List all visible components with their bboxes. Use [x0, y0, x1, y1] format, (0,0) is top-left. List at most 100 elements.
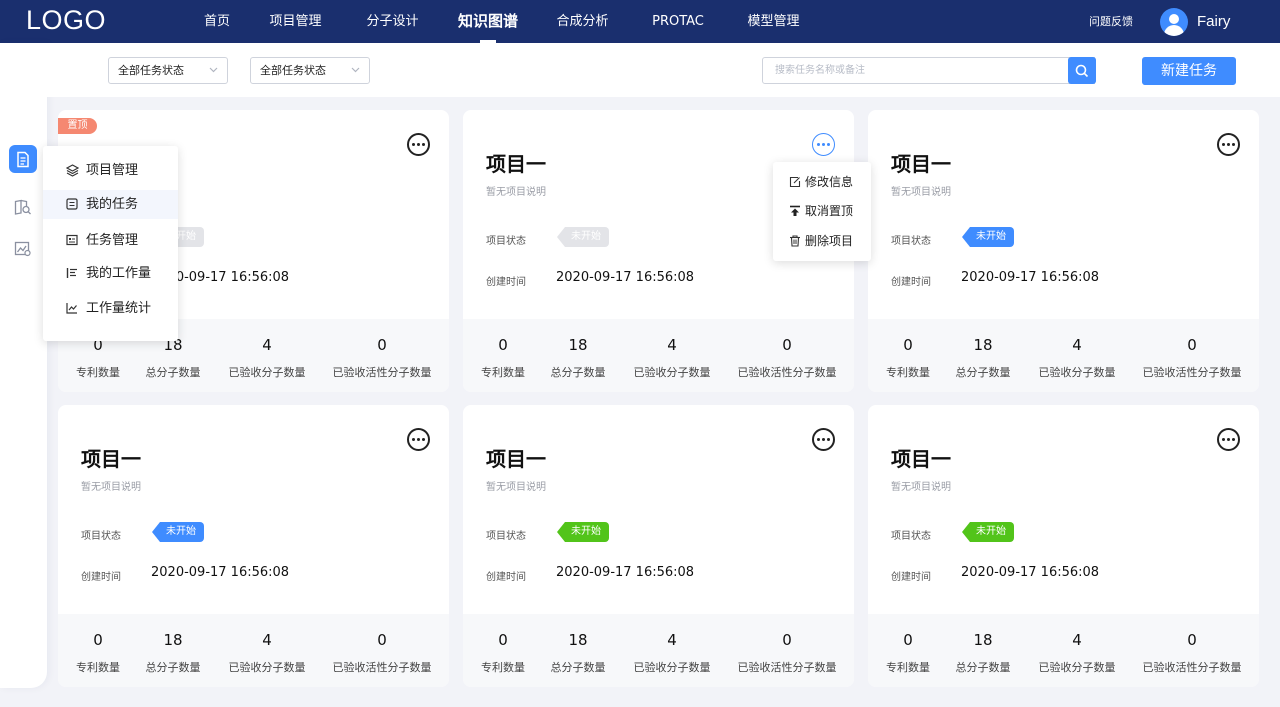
logo[interactable]: LOGO [26, 5, 106, 36]
line-chart-icon [66, 303, 77, 314]
menu-item-my-tasks[interactable]: 我的任务 [43, 190, 178, 219]
created-label: 创建时间 [81, 572, 121, 583]
nav-projects[interactable]: 项目管理 [267, 0, 324, 43]
stat-label: 专利数量 [886, 366, 930, 379]
book-search-icon [14, 199, 31, 215]
menu-item-label: 项目管理 [86, 163, 139, 178]
ctx-edit-info[interactable]: 修改信息 [773, 170, 871, 194]
project-stats: 0 专利数量 18 总分子数量 4 已验收分子数量 0 已验收活性分子数量 [58, 614, 449, 687]
image-analysis-icon [14, 241, 31, 257]
status-label: 项目状态 [81, 531, 121, 542]
project-card[interactable]: 项目一 暂无项目说明 项目状态 未开始 创建时间 2020-09-17 16:56:08 … [58, 405, 449, 687]
ctx-unpin[interactable]: 取消置顶 [773, 199, 871, 223]
card-context-menu: 修改信息 取消置顶 删除项目 [773, 162, 871, 261]
stat-label: 已验收活性分子数量 [1142, 661, 1242, 674]
stat-label: 已验收活性分子数量 [737, 661, 837, 674]
sidebar [0, 43, 47, 688]
created-time: 2020-09-17 16:56:08 [151, 565, 290, 580]
status-tag: 未开始 [962, 227, 1014, 247]
stat-label: 已验收分子数量 [1038, 661, 1116, 674]
menu-item-my-workload[interactable]: 我的工作量 [43, 259, 178, 288]
created-time: 2020-09-17 16:56:08 [961, 565, 1100, 580]
status-filter-1[interactable]: 全部任务状态 [108, 57, 228, 84]
ctx-delete-project[interactable]: 删除项目 [773, 229, 871, 253]
stat-label: 专利数量 [481, 366, 525, 379]
project-card[interactable]: 项目一 暂无项目说明 项目状态 未开始 创建时间 2020-09-17 16:56:08 … [463, 405, 854, 687]
stat-value: 0 [782, 631, 792, 649]
search-box [762, 57, 1095, 84]
stat-label: 总分子数量 [145, 366, 201, 379]
project-stats: 0 专利数量 18 总分子数量 4 已验收分子数量 0 已验收活性分子数量 [868, 319, 1259, 392]
stat-value: 18 [973, 336, 993, 354]
stat-label: 总分子数量 [955, 661, 1011, 674]
stat-value: 0 [1187, 336, 1197, 354]
stat-label: 总分子数量 [145, 661, 201, 674]
unpin-icon [790, 205, 800, 216]
nav-protac[interactable]: PROTAC [648, 0, 708, 43]
stat-value: 18 [973, 631, 993, 649]
stat-value: 0 [498, 336, 508, 354]
stat-value: 0 [782, 336, 792, 354]
nav-home[interactable]: 首页 [200, 0, 234, 43]
more-icon [1222, 438, 1235, 441]
created-time: 2020-09-17 16:56:08 [961, 270, 1100, 285]
stat-value: 0 [93, 631, 103, 649]
created-label: 创建时间 [891, 277, 931, 288]
more-options-button[interactable] [1217, 428, 1240, 451]
ctx-item-label: 删除项目 [805, 234, 854, 248]
project-stats: 0 专利数量 18 总分子数量 4 已验收分子数量 0 已验收活性分子数量 [868, 614, 1259, 687]
more-options-button[interactable] [812, 428, 835, 451]
project-description: 暂无项目说明 [486, 482, 546, 493]
created-time: 2020-09-17 16:56:08 [556, 565, 695, 580]
stat-label: 已验收活性分子数量 [737, 366, 837, 379]
menu-item-projects[interactable]: 项目管理 [43, 156, 178, 185]
feedback-link[interactable]: 问题反馈 [1089, 0, 1133, 43]
search-button[interactable] [1068, 57, 1096, 84]
status-label: 项目状态 [486, 236, 526, 247]
username[interactable]: Fairy [1197, 0, 1230, 43]
stat-label: 专利数量 [76, 366, 120, 379]
sidebar-documents-button[interactable] [9, 145, 37, 173]
more-options-button[interactable] [1217, 133, 1240, 156]
search-input[interactable] [763, 58, 1094, 83]
project-card[interactable]: 项目一 暂无项目说明 项目状态 未开始 创建时间 2020-09-17 16:56:08 … [868, 110, 1259, 392]
menu-item-workload-stats[interactable]: 工作量统计 [43, 294, 178, 323]
sidebar-book-search-button[interactable] [9, 193, 37, 221]
stat-label: 已验收活性分子数量 [332, 661, 432, 674]
trash-icon [790, 235, 800, 247]
nav-knowledge-graph[interactable]: 知识图谱 [455, 0, 521, 43]
status-filter-2[interactable]: 全部任务状态 [250, 57, 370, 84]
created-time: 2020-09-17 16:56:08 [556, 270, 695, 285]
more-icon [412, 143, 425, 146]
bars-icon [66, 268, 77, 278]
status-tag: 未开始 [152, 522, 204, 542]
sidebar-image-analysis-button[interactable] [9, 235, 37, 263]
stat-value: 0 [903, 631, 913, 649]
more-icon [817, 143, 830, 146]
avatar[interactable] [1160, 8, 1188, 36]
stat-label: 已验收活性分子数量 [332, 366, 432, 379]
stat-label: 专利数量 [481, 661, 525, 674]
nav-models[interactable]: 模型管理 [745, 0, 802, 43]
more-options-button[interactable] [407, 428, 430, 451]
nav-synthesis[interactable]: 合成分析 [554, 0, 611, 43]
layers-icon [66, 164, 79, 177]
created-label: 创建时间 [486, 277, 526, 288]
stat-label: 已验收活性分子数量 [1142, 366, 1242, 379]
created-label: 创建时间 [486, 572, 526, 583]
more-options-button[interactable] [407, 133, 430, 156]
new-task-button[interactable]: 新建任务 [1142, 57, 1236, 85]
menu-item-label: 我的工作量 [86, 266, 152, 281]
stat-label: 总分子数量 [550, 661, 606, 674]
menu-item-task-management[interactable]: 任务管理 [43, 226, 178, 255]
menu-item-label: 任务管理 [86, 233, 139, 248]
search-icon [1075, 64, 1089, 77]
ctx-item-label: 取消置顶 [805, 204, 854, 218]
menu-item-label: 工作量统计 [86, 301, 152, 316]
stat-label: 总分子数量 [955, 366, 1011, 379]
stat-value: 4 [667, 336, 677, 354]
project-card[interactable]: 项目一 暂无项目说明 项目状态 未开始 创建时间 2020-09-17 16:56:08 … [868, 405, 1259, 687]
more-options-button[interactable] [812, 133, 835, 156]
stat-value: 4 [667, 631, 677, 649]
nav-molecule-design[interactable]: 分子设计 [364, 0, 421, 43]
